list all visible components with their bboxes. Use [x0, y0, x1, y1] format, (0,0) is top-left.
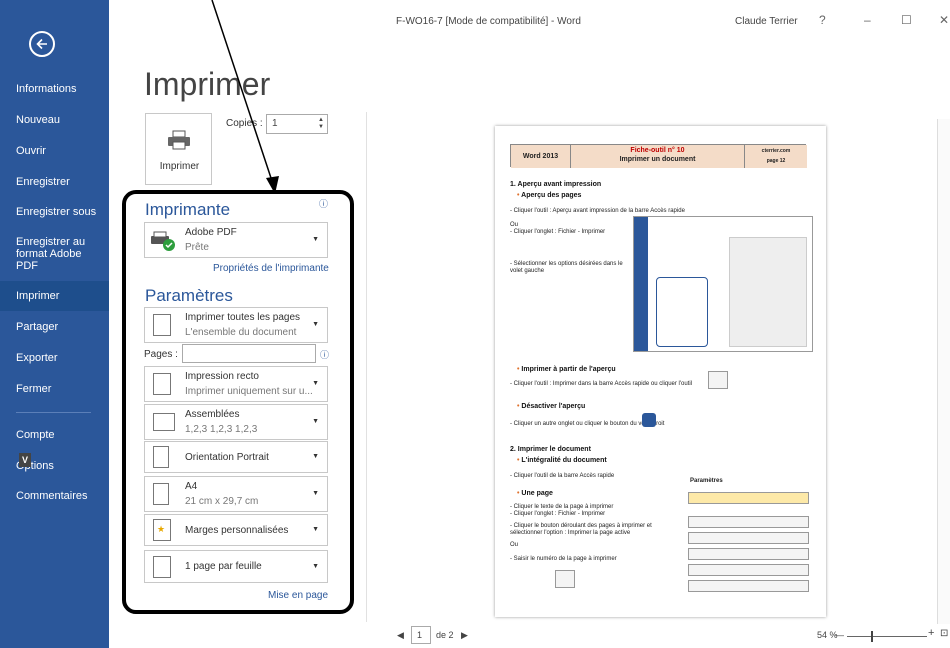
- nav-nouveau[interactable]: Nouveau: [0, 114, 109, 126]
- nav-enregistrer-sous[interactable]: Enregistrer sous: [0, 206, 109, 218]
- back-arrow-icon: [36, 38, 47, 50]
- preview-s2-t2: - Cliquer le texte de la page à imprimer: [510, 504, 614, 510]
- preview-s1-b2: Imprimer à partir de l'aperçu: [521, 366, 616, 373]
- preview-s2-param: Paramètres: [690, 478, 723, 484]
- preview-screenshot: [633, 216, 813, 352]
- nav-enregistrer-pdf[interactable]: Enregistrer au format Adobe PDF: [0, 236, 100, 272]
- nav-exporter[interactable]: Exporter: [0, 352, 109, 364]
- previous-page-icon[interactable]: ◀: [397, 630, 404, 641]
- preview-s1-t5: volet gauche: [510, 268, 545, 274]
- preview-header-left: Word 2013: [511, 145, 571, 168]
- nav-separator: [16, 412, 91, 413]
- preview-header-right-1: cterrier.com: [761, 148, 791, 154]
- copies-input[interactable]: 1 ▲ ▼: [266, 114, 328, 134]
- preview-s1-b3: Désactiver l'aperçu: [521, 403, 586, 410]
- zoom-in-button[interactable]: +: [928, 627, 934, 639]
- preview-print-thumb: [708, 371, 728, 389]
- help-button[interactable]: ?: [819, 13, 826, 27]
- copies-value: 1: [272, 118, 278, 129]
- preview-back-button-icon: [642, 413, 656, 427]
- panel-divider: [366, 112, 367, 622]
- preview-s1-t2: Ou: [510, 222, 519, 228]
- preview-s2-b1: L'intégralité du document: [521, 457, 607, 464]
- back-button[interactable]: [29, 31, 55, 57]
- preview-s1-t1: - Cliquer l'outil : Aperçu avant impress…: [510, 208, 685, 214]
- preview-s2-t7: - Saisir le numéro de la page à imprimer: [510, 556, 617, 562]
- preview-s2-t6: Ou: [510, 542, 519, 548]
- next-page-icon[interactable]: ▶: [461, 630, 468, 641]
- annotation-frame: [122, 190, 354, 614]
- title-bar: F-WO16-7 [Mode de compatibilité] - Word …: [109, 0, 950, 38]
- preview-header: Word 2013 Fiche-outil n° 10 Imprimer un …: [510, 144, 807, 168]
- copies-spinner[interactable]: ▲ ▼: [318, 117, 324, 131]
- nav-ouvrir[interactable]: Ouvrir: [0, 145, 109, 157]
- window-title: F-WO16-7 [Mode de compatibilité] - Word: [396, 16, 581, 27]
- preview-s2-t1: - Cliquer l'outil de la barre Accès rapi…: [510, 473, 615, 479]
- backstage-sidebar: Informations Nouveau Ouvrir Enregistrer …: [0, 0, 109, 648]
- preview-s1-t6: - Cliquer l'outil : Imprimer dans la bar…: [510, 381, 693, 387]
- print-preview-page: Word 2013 Fiche-outil n° 10 Imprimer un …: [495, 126, 826, 617]
- nav-compte[interactable]: Compte: [0, 429, 109, 441]
- preview-s1-t3: - Cliquer l'onglet : Fichier - Imprimer: [510, 229, 606, 235]
- nav-fermer[interactable]: Fermer: [0, 383, 109, 395]
- preview-s1-b1: Aperçu des pages: [521, 192, 582, 199]
- page-total: de 2: [436, 630, 454, 640]
- preview-header-center-1: Fiche-outil n° 10: [630, 147, 685, 154]
- close-button[interactable]: ✕: [939, 13, 949, 27]
- fit-page-icon[interactable]: ⊡: [940, 628, 948, 639]
- print-button-label: Imprimer: [159, 161, 200, 172]
- preview-s2-t3: - Cliquer l'onglet : Fichier - Imprimer: [510, 511, 606, 517]
- preview-header-center-2: Imprimer un document: [619, 156, 696, 163]
- preview-s1-t4: - Sélectionner les options désirées dans…: [510, 261, 623, 267]
- preview-print-thumb-2: [555, 570, 575, 588]
- nav-enregistrer[interactable]: Enregistrer: [0, 176, 109, 188]
- zoom-slider-track[interactable]: [847, 636, 927, 637]
- preview-header-center: Fiche-outil n° 10 Imprimer un document: [571, 145, 745, 168]
- nav-informations[interactable]: Informations: [0, 83, 109, 95]
- nav-imprimer[interactable]: Imprimer: [0, 281, 109, 311]
- preview-scrollbar[interactable]: [937, 119, 950, 624]
- keytip-badge: V: [19, 453, 31, 467]
- preview-header-right: cterrier.com page 12: [745, 145, 807, 168]
- page-number-input[interactable]: 1: [411, 626, 431, 644]
- preview-header-right-2: page 12: [766, 158, 786, 164]
- preview-s1-title: 1. Aperçu avant impression: [510, 181, 602, 188]
- minimize-button[interactable]: –: [864, 13, 871, 27]
- preview-s2-t4: - Cliquer le bouton déroulant des pages …: [510, 523, 652, 529]
- word-print-backstage: { "window": { "title": "F-WO16-7 [Mode d…: [0, 0, 950, 648]
- zoom-slider-thumb[interactable]: [871, 631, 873, 642]
- zoom-out-button[interactable]: —: [835, 630, 844, 640]
- nav-partager[interactable]: Partager: [0, 321, 109, 333]
- printer-icon: [168, 130, 190, 150]
- user-name[interactable]: Claude Terrier: [735, 16, 798, 27]
- preview-s2-title: 2. Imprimer le document: [510, 446, 591, 453]
- nav-commentaires[interactable]: Commentaires: [0, 490, 109, 502]
- print-button[interactable]: Imprimer: [145, 113, 212, 185]
- preview-s2-b2: Une page: [521, 490, 553, 497]
- copies-label: Copies :: [226, 118, 263, 129]
- preview-settings-screenshot: [688, 488, 809, 600]
- page-title: Imprimer: [144, 66, 271, 102]
- nav-options[interactable]: Options: [0, 460, 109, 472]
- preview-s2-t5: sélectionner l'option : Imprimer la page…: [510, 530, 631, 536]
- maximize-button[interactable]: ☐: [901, 13, 912, 27]
